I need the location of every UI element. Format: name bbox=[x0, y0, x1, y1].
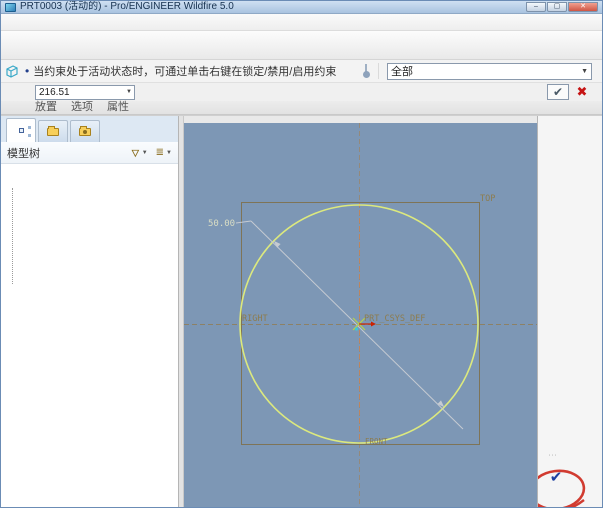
maximize-button[interactable]: ▢ bbox=[547, 2, 567, 12]
model-tree-title: 模型树 bbox=[7, 145, 40, 161]
selection-filter-value: 全部 bbox=[391, 63, 581, 79]
navigator-tabs bbox=[1, 116, 178, 142]
csys-label: PRT_CSYS_DEF bbox=[364, 314, 425, 324]
tab-properties[interactable]: 属性 bbox=[107, 101, 129, 114]
message-bullet: • bbox=[25, 64, 29, 78]
tab-model-tree[interactable] bbox=[6, 118, 36, 142]
minimize-button[interactable]: – bbox=[526, 2, 546, 12]
show-filter-icon: 🜄 bbox=[131, 142, 140, 163]
favorites-icon bbox=[79, 128, 91, 136]
tab-folder-browser[interactable] bbox=[38, 120, 68, 142]
model-tree-icon bbox=[19, 128, 24, 133]
dimension-arrow bbox=[438, 400, 445, 407]
message-text: 当约束处于活动状态时，可通过单击右键在锁定/禁用/启用约束 bbox=[33, 63, 336, 79]
chevron-down-icon[interactable]: ▼ bbox=[126, 89, 134, 95]
extrude-feature-icon bbox=[4, 64, 19, 79]
tree-settings-button[interactable]: ≣▼ bbox=[156, 142, 172, 163]
tree-show-button[interactable]: 🜄▼ bbox=[131, 142, 148, 163]
depth-input-wrap: ▼ bbox=[35, 85, 135, 100]
extrude-dashboard: ▼ ✔ ✖ bbox=[1, 83, 602, 101]
chevron-down-icon: ▼ bbox=[581, 68, 588, 75]
window-title: PRT0003 (活动的) - Pro/ENGINEER Wildfire 5.… bbox=[20, 0, 522, 12]
title-bar: PRT0003 (活动的) - Pro/ENGINEER Wildfire 5.… bbox=[1, 1, 602, 14]
sketch-canvas[interactable]: 50.00 TOP RIGHT PRT_CSYS_DEF FRONT bbox=[184, 123, 537, 508]
settings-list-icon: ≣ bbox=[156, 147, 164, 158]
menu-bar bbox=[1, 14, 602, 31]
app-window: PRT0003 (活动的) - Pro/ENGINEER Wildfire 5.… bbox=[0, 0, 603, 508]
sketch-done-button[interactable]: ✔ bbox=[544, 468, 568, 486]
dashboard-tabs: 放置 选项 属性 bbox=[1, 101, 602, 115]
diameter-dimension-text[interactable]: 50.00 bbox=[208, 219, 235, 229]
model-tree-header: 模型树 🜄▼ ≣▼ bbox=[1, 142, 178, 164]
right-plane-label: RIGHT bbox=[242, 314, 268, 324]
tab-options[interactable]: 选项 bbox=[71, 101, 93, 114]
dimension-leader bbox=[236, 221, 251, 223]
model-tree bbox=[1, 164, 178, 507]
ok-button[interactable]: ✔ bbox=[547, 84, 569, 100]
main-toolbar bbox=[1, 31, 602, 60]
tab-placement[interactable]: 放置 bbox=[35, 101, 57, 114]
folder-icon bbox=[47, 128, 59, 136]
canvas-area: 50.00 TOP RIGHT PRT_CSYS_DEF FRONT bbox=[184, 116, 537, 507]
selection-filter-combobox[interactable]: 全部 ▼ bbox=[387, 63, 592, 80]
navigator-panel: 模型树 🜄▼ ≣▼ bbox=[1, 116, 179, 507]
app-icon bbox=[5, 3, 16, 12]
depth-value-input[interactable] bbox=[36, 87, 126, 98]
tab-favorites[interactable] bbox=[70, 120, 100, 142]
thermometer-icon bbox=[362, 64, 370, 79]
toolbar-overflow-dots: ⋯ bbox=[548, 450, 557, 461]
message-bar: • 当约束处于活动状态时，可通过单击右键在锁定/禁用/启用约束 全部 ▼ bbox=[1, 60, 602, 83]
cancel-button[interactable]: ✖ bbox=[574, 84, 590, 100]
close-button[interactable]: ✕ bbox=[568, 2, 598, 12]
top-plane-label: TOP bbox=[480, 194, 495, 204]
front-plane-label: FRONT bbox=[365, 437, 388, 446]
tree-connector-line bbox=[12, 188, 13, 284]
sketcher-toolbar: ⋯ ✔ bbox=[537, 116, 602, 507]
